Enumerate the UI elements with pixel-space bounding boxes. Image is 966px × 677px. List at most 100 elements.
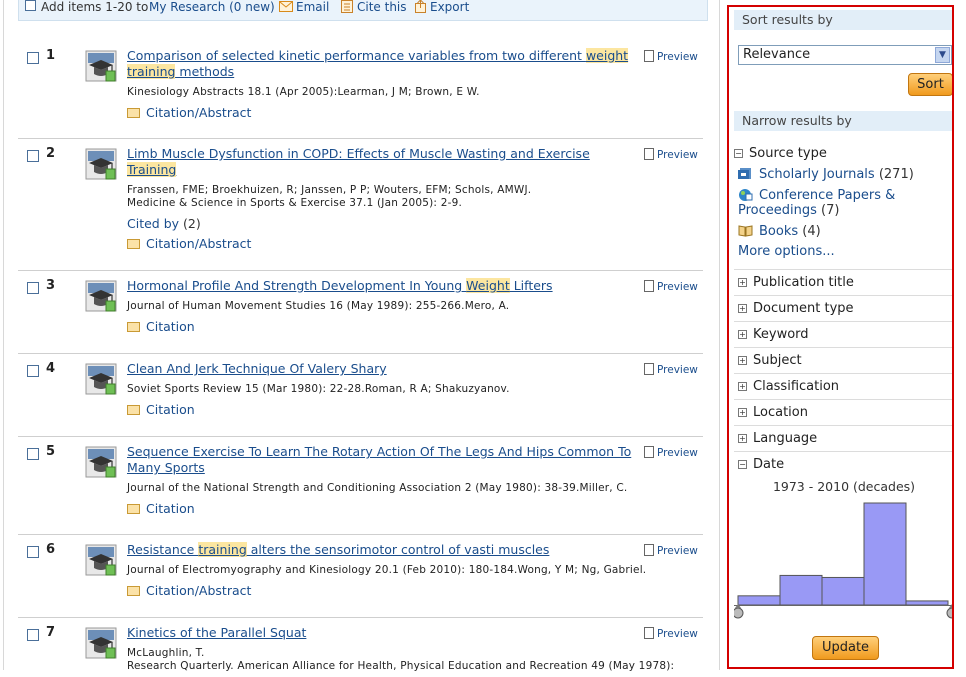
narrow-heading: Narrow results by <box>734 111 952 131</box>
result-item: 4 Clean And Jerk Technique Of Valery Shar… <box>18 353 703 437</box>
facet-publication-title[interactable]: + Publication title <box>734 269 952 295</box>
preview-icon <box>644 363 654 375</box>
result-checkbox[interactable] <box>27 448 39 460</box>
result-citation-meta: Soviet Sports Review 15 (Mar 1980): 22-2… <box>127 383 510 395</box>
title-text: Comparison of selected kinetic performan… <box>127 48 586 63</box>
facet-language[interactable]: + Language <box>734 425 952 451</box>
full-text-link[interactable]: Citation/Abstract <box>127 583 251 598</box>
chevron-down-icon[interactable]: ▼ <box>935 47 950 63</box>
facet-date[interactable]: − Date <box>734 451 952 477</box>
result-title-link[interactable]: Resistance training alters the sensorimo… <box>127 542 637 558</box>
result-number: 2 <box>46 146 56 161</box>
collapse-icon[interactable]: − <box>738 460 747 469</box>
facet-keyword[interactable]: + Keyword <box>734 321 952 347</box>
facet-date-label: Date <box>753 457 785 472</box>
expand-icon[interactable]: + <box>738 434 747 443</box>
collapse-icon[interactable]: − <box>734 149 743 158</box>
preview-link[interactable]: Preview <box>644 544 698 557</box>
email-button[interactable]: Email <box>279 0 329 14</box>
full-text-link[interactable]: Citation <box>127 402 195 417</box>
sort-select[interactable]: Relevance ▼ <box>738 45 952 65</box>
facet-classification[interactable]: + Classification <box>734 373 952 399</box>
scholarly-journal-icon <box>85 446 117 478</box>
result-checkbox[interactable] <box>27 52 39 64</box>
result-title-link[interactable]: Comparison of selected kinetic performan… <box>127 48 637 80</box>
result-checkbox[interactable] <box>27 150 39 162</box>
scholarly-journal-icon <box>85 148 117 180</box>
facet-location[interactable]: + Location <box>734 399 952 425</box>
result-item: 7 Kinetics of the Parallel Squat McLaughli… <box>18 617 703 677</box>
full-text-label: Citation <box>146 501 195 516</box>
result-checkbox[interactable] <box>27 629 39 641</box>
preview-icon <box>644 544 654 556</box>
expand-icon[interactable]: + <box>738 330 747 339</box>
more-options-link[interactable]: More options... <box>738 244 835 259</box>
select-all-checkbox[interactable] <box>25 0 36 14</box>
email-label: Email <box>296 0 330 14</box>
my-research-link[interactable]: My Research (0 new) <box>149 0 275 14</box>
preview-icon <box>644 627 654 639</box>
preview-link[interactable]: Preview <box>644 446 698 459</box>
facet-label: Document type <box>753 301 854 316</box>
source-conference-papers[interactable]: Conference Papers & Proceedings (7) <box>738 188 950 218</box>
preview-link[interactable]: Preview <box>644 50 698 63</box>
expand-icon[interactable]: + <box>738 408 747 417</box>
facet-document-type[interactable]: + Document type <box>734 295 952 321</box>
range-end-handle[interactable] <box>946 604 954 619</box>
date-bar[interactable] <box>863 502 907 606</box>
cited-by-label: Cited by <box>127 216 180 231</box>
range-start-handle[interactable] <box>734 604 744 619</box>
update-button[interactable]: Update <box>812 636 879 660</box>
facet-label: Location <box>753 405 808 420</box>
title-text: Clean And Jerk Technique Of Valery Shary <box>127 361 387 376</box>
result-title-link[interactable]: Limb Muscle Dysfunction in COPD: Effects… <box>127 146 637 178</box>
date-histogram[interactable] <box>734 497 954 627</box>
result-checkbox[interactable] <box>27 282 39 294</box>
expand-icon[interactable]: + <box>738 304 747 313</box>
search-term-highlight: weight <box>585 48 629 63</box>
expand-icon[interactable]: + <box>738 382 747 391</box>
document-icon <box>127 108 140 118</box>
result-number: 3 <box>46 278 56 293</box>
expand-icon[interactable]: + <box>738 356 747 365</box>
result-title-link[interactable]: Hormonal Profile And Strength Developmen… <box>127 278 637 294</box>
facet-subject[interactable]: + Subject <box>734 347 952 373</box>
date-bar[interactable] <box>737 595 781 606</box>
date-bar[interactable] <box>821 576 865 606</box>
result-citation-meta: Journal of Electromyography and Kinesiol… <box>127 564 647 576</box>
result-citation-meta: Kinesiology Abstracts 18.1 (Apr 2005):Le… <box>127 86 480 98</box>
result-title-link[interactable]: Clean And Jerk Technique Of Valery Shary <box>127 361 637 377</box>
document-icon <box>127 322 140 332</box>
full-text-link[interactable]: Citation/Abstract <box>127 105 251 120</box>
cite-button[interactable]: Cite this <box>341 0 407 14</box>
preview-icon <box>644 50 654 62</box>
result-checkbox[interactable] <box>27 546 39 558</box>
preview-link[interactable]: Preview <box>644 627 698 640</box>
result-citation-meta: Journal of the National Strength and Con… <box>127 482 628 494</box>
date-range-label: 1973 - 2010 (decades) <box>772 479 916 494</box>
search-term-highlight: Training <box>127 162 177 177</box>
source-scholarly-journals[interactable]: Scholarly Journals (271) <box>738 167 914 182</box>
source-books[interactable]: Books (4) <box>738 224 821 239</box>
sort-button[interactable]: Sort <box>908 73 952 96</box>
preview-icon <box>644 148 654 160</box>
preview-label: Preview <box>657 545 698 557</box>
facet-source-type[interactable]: − Source type <box>734 146 952 161</box>
full-text-link[interactable]: Citation/Abstract <box>127 236 251 251</box>
expand-icon[interactable]: + <box>738 278 747 287</box>
title-text: alters the sensorimotor control of vasti… <box>246 542 550 557</box>
date-bar[interactable] <box>905 600 949 606</box>
date-bar[interactable] <box>779 574 823 606</box>
full-text-link[interactable]: Citation <box>127 319 195 334</box>
preview-link[interactable]: Preview <box>644 148 698 161</box>
preview-link[interactable]: Preview <box>644 363 698 376</box>
preview-link[interactable]: Preview <box>644 280 698 293</box>
result-citation-meta: Research Quarterly. American Alliance fo… <box>127 660 675 672</box>
result-title-link[interactable]: Kinetics of the Parallel Squat <box>127 625 637 641</box>
export-button[interactable]: Export <box>415 0 469 14</box>
result-title-link[interactable]: Sequence Exercise To Learn The Rotary Ac… <box>127 444 637 476</box>
result-checkbox[interactable] <box>27 365 39 377</box>
full-text-link[interactable]: Citation <box>127 501 195 516</box>
full-text-label: Citation <box>146 402 195 417</box>
cited-by-link[interactable]: Cited by (2) <box>127 216 201 231</box>
